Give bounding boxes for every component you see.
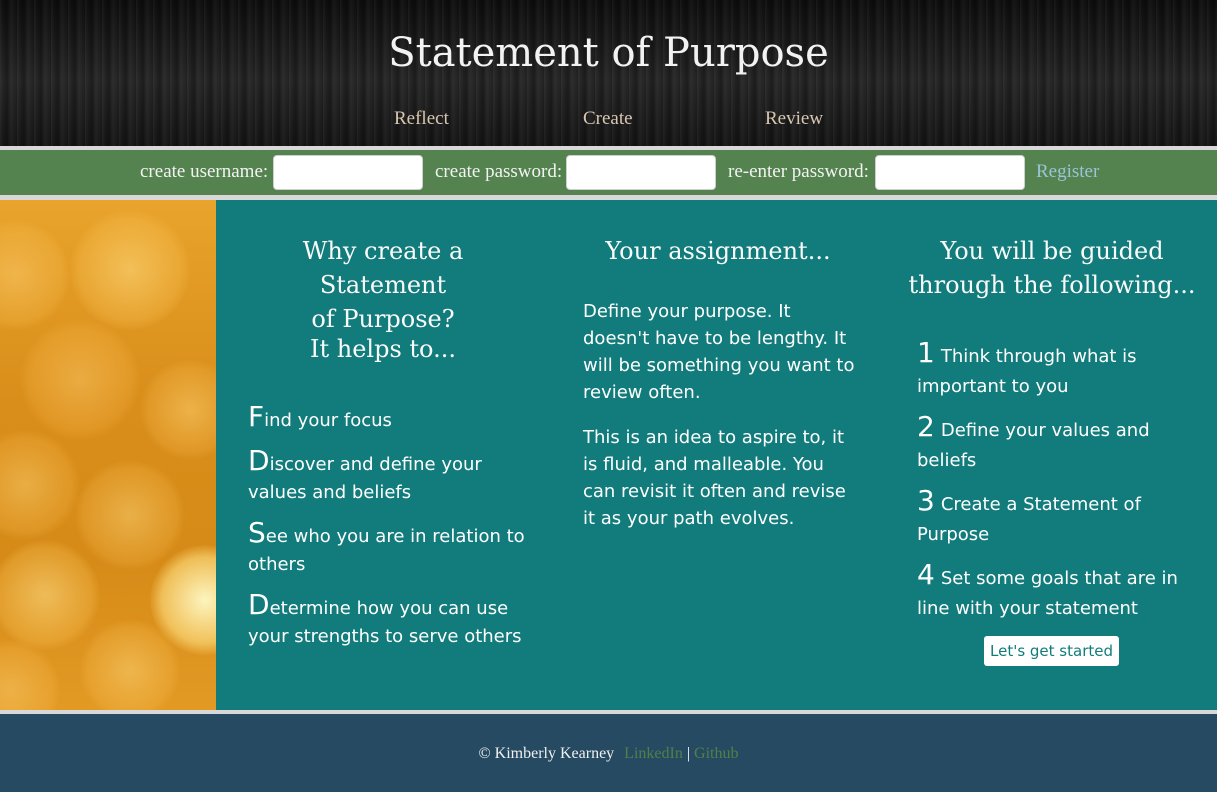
reenter-password-input[interactable] — [875, 155, 1025, 190]
why-heading-line2: of Purpose? — [311, 305, 455, 333]
list-item: 2 Define your values and beliefs — [917, 410, 1150, 472]
get-started-button[interactable]: Let's get started — [984, 636, 1119, 666]
guided-heading-line1: You will be guided — [940, 237, 1164, 265]
assignment-paragraph-1: Define your purpose. It doesn't have to … — [583, 301, 855, 403]
guided-heading-line2: through the following... — [908, 271, 1196, 299]
copyright-text: © Kimberly Kearney — [478, 745, 615, 762]
list-item: 1 Think through what is important to you — [917, 336, 1137, 398]
site-title: Statement of Purpose — [388, 30, 829, 76]
list-item: 3 Create a Statement of Purpose — [917, 484, 1141, 546]
list-item: Discover and define your values and beli… — [248, 444, 482, 504]
register-link[interactable]: Register — [1036, 161, 1099, 183]
linkedin-link[interactable]: LinkedIn — [624, 745, 683, 762]
list-item: Determine how you can use your strengths… — [248, 588, 522, 648]
register-bar: create username: create password: re-ent… — [0, 150, 1217, 195]
password-input[interactable] — [566, 155, 716, 190]
nav-link-review[interactable]: Review — [765, 108, 823, 130]
why-list: Find your focus Discover and define your… — [248, 403, 528, 651]
main-nav: Reflect Create Review — [0, 108, 1217, 132]
assignment-paragraph-2: This is an idea to aspire to, it is flui… — [583, 427, 846, 529]
list-item: See who you are in relation to others — [248, 516, 525, 576]
site-footer: © Kimberly Kearney LinkedIn | Github — [0, 714, 1217, 792]
password-label: create password: — [435, 161, 563, 182]
site-header: Statement of Purpose Reflect Create Revi… — [0, 0, 1217, 146]
github-link[interactable]: Github — [694, 745, 738, 762]
username-label: create username: — [140, 161, 269, 182]
why-subheading: It helps to... — [310, 335, 456, 363]
nav-link-reflect[interactable]: Reflect — [394, 108, 449, 130]
assignment-heading: Your assignment... — [605, 237, 831, 265]
list-item: 4 Set some goals that are in line with yo… — [917, 558, 1178, 620]
footer-line: © Kimberly Kearney LinkedIn | Github — [0, 745, 1217, 763]
why-heading-line1: Why create a Statement — [302, 237, 464, 299]
nav-link-create[interactable]: Create — [583, 108, 633, 130]
content-panel: Why create a Statement of Purpose? It he… — [216, 200, 1217, 710]
bokeh-side-image — [0, 200, 216, 710]
reenter-password-label: re-enter password: — [728, 161, 869, 182]
username-input[interactable] — [273, 155, 423, 190]
footer-separator: | — [686, 745, 691, 762]
list-item: Find your focus — [248, 400, 392, 433]
steps-list: 1 Think through what is important to you … — [917, 338, 1193, 624]
